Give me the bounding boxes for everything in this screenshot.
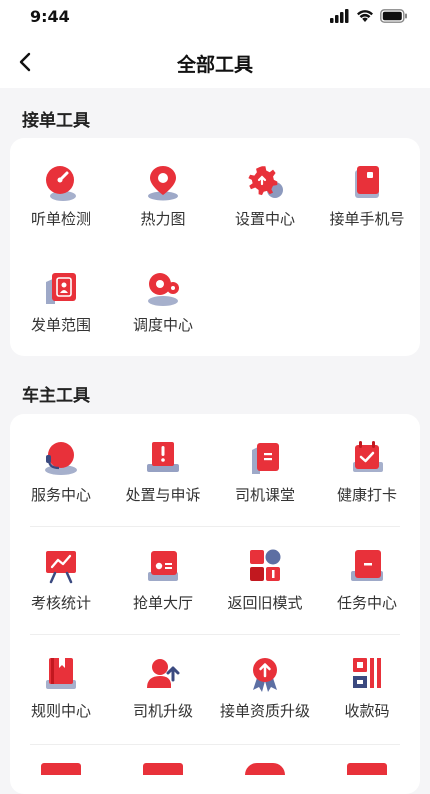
driver-upgrade-icon [147,659,180,688]
row-divider [30,744,400,745]
notebook-icon [252,443,279,474]
tool-service-center[interactable]: 服务中心 [10,438,112,538]
grab-order-card-icon [148,551,178,581]
tool-label: 接单手机号 [329,210,405,228]
tool-label: 健康打卡 [336,486,397,504]
tool-label: 司机升级 [132,702,193,720]
calendar-check-icon [353,441,383,472]
tool-order-phone[interactable]: 接单手机号 [316,162,418,262]
tool-task-center[interactable]: 任务中心 [316,546,418,646]
tool-heatmap[interactable]: 热力图 [112,162,214,262]
tool-settings-center[interactable]: 设置中心 [214,162,316,262]
order-tools-card: 听单检测 热力图 设置中心 接单手机号 发单范围 调度中心 [10,138,420,356]
gauge-icon [46,166,76,201]
rule-book-icon [46,658,76,689]
range-user-icon [46,273,76,304]
section-title-order-tools: 接单工具 [22,111,90,131]
alert-board-icon [147,442,179,472]
tool-label: 热力图 [140,210,186,228]
tool-payment-code[interactable]: 收款码 [316,654,418,754]
tool-label: 司机课堂 [234,486,295,504]
signal-icon [330,9,349,23]
phone-card-icon [355,166,379,198]
tool-back-old-mode[interactable]: 返回旧模式 [214,546,316,646]
tool-label: 处置与申诉 [125,486,201,504]
status-bar: 9:44 [0,0,430,36]
qualification-badge-icon [253,658,277,692]
tool-health-checkin[interactable]: 健康打卡 [316,438,418,538]
tool-label: 服务中心 [30,486,91,504]
tool-label: 设置中心 [234,210,295,228]
page-title: 全部工具 [176,54,253,76]
tool-label: 考核统计 [30,594,91,612]
map-pin-icon [148,166,178,201]
nav-bar: 全部工具 [0,36,430,88]
tool-label: 任务中心 [336,594,397,612]
tool-qualification-upgrade[interactable]: 接单资质升级 [214,654,316,754]
wifi-icon [357,10,373,22]
section-title-owner-tools: 车主工具 [22,386,90,406]
tool-assessment-stats[interactable]: 考核统计 [10,546,112,646]
tool-label: 调度中心 [132,316,193,334]
status-time: 9:44 [30,7,70,26]
status-icons [330,9,408,23]
tool-label: 规则中心 [30,702,91,720]
settings-gear-icon [248,166,283,198]
dispatch-pin-icon [148,273,179,306]
tool-dispatch-range[interactable]: 发单范围 [10,268,112,368]
tool-dispatch-center[interactable]: 调度中心 [112,268,214,368]
shapes-icon [250,549,281,581]
battery-icon [380,9,407,23]
tool-driver-class[interactable]: 司机课堂 [214,438,316,538]
tool-label: 收款码 [344,702,390,720]
tool-rule-center[interactable]: 规则中心 [10,654,112,754]
row-divider [30,526,400,527]
tool-label: 听单检测 [30,210,91,228]
chart-board-icon [46,551,76,584]
tool-label: 发单范围 [30,316,91,334]
tool-label: 接单资质升级 [219,702,310,720]
tool-listen-check[interactable]: 听单检测 [10,162,112,262]
task-folder-icon [351,550,383,581]
payment-code-icon [353,658,381,688]
tool-label: 抢单大厅 [132,594,193,612]
owner-tools-card: 服务中心 处置与申诉 司机课堂 健康打卡 考核统计 抢单大厅 返回旧模式 任务中… [10,414,420,794]
headset-icon [45,442,77,475]
tool-handle-appeal[interactable]: 处置与申诉 [112,438,214,538]
tool-driver-upgrade[interactable]: 司机升级 [112,654,214,754]
tool-label: 返回旧模式 [227,594,303,612]
tool-grab-order-hall[interactable]: 抢单大厅 [112,546,214,646]
row-divider [30,634,400,635]
